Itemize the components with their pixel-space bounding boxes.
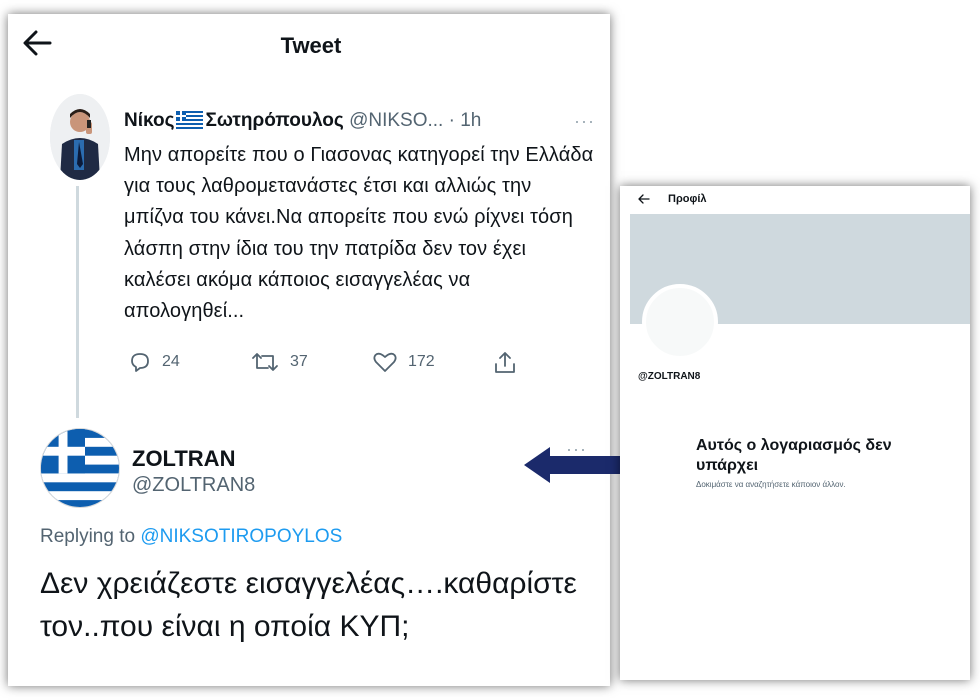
- pointer-arrow-icon: [524, 447, 630, 483]
- author-handle[interactable]: @NIKSO...: [349, 110, 443, 131]
- author-name[interactable]: Νίκος Σωτηρόπουλος: [124, 110, 344, 131]
- like-count: 172: [408, 353, 435, 370]
- reply-count: 24: [162, 353, 180, 370]
- like-button[interactable]: 172: [372, 350, 435, 374]
- greek-flag-icon: [41, 429, 119, 507]
- tweet-header: Tweet: [8, 14, 610, 76]
- tweet-time[interactable]: 1h: [460, 110, 481, 131]
- reply-author-name[interactable]: ZOLTRAN: [132, 446, 235, 472]
- profile-avatar-placeholder: [642, 284, 718, 360]
- replying-prefix: Replying to: [40, 526, 141, 547]
- reply-button[interactable]: 24: [128, 350, 180, 374]
- person-photo-icon: [50, 94, 110, 180]
- avatar-zoltran[interactable]: [40, 428, 120, 508]
- tweet-actions: 24 37 172: [124, 350, 544, 384]
- time-separator: ·: [443, 110, 461, 131]
- profile-header: Προφίλ: [620, 186, 970, 212]
- retweet-count: 37: [290, 353, 308, 370]
- profile-screenshot-panel: Προφίλ @ZOLTRAN8 Αυτός ο λογαριασμός δεν…: [620, 186, 970, 680]
- retweet-button[interactable]: 37: [250, 350, 308, 374]
- back-arrow-icon[interactable]: [638, 194, 650, 204]
- like-icon: [373, 352, 397, 372]
- search-suggestion-text: Δοκιμάστε να αναζητήσετε κάποιον άλλον.: [696, 480, 846, 489]
- reply-text: Δεν χρειάζεστε εισαγγελέας….καθαρίστε το…: [40, 567, 577, 643]
- profile-title: Προφίλ: [668, 193, 707, 205]
- share-icon: [495, 352, 515, 373]
- tweet-text: Μην απορείτε που ο Γιασονας κατηγορεί τη…: [124, 144, 594, 323]
- reply-icon: [131, 353, 149, 372]
- profile-handle: @ZOLTRAN8: [638, 371, 701, 382]
- thread-connector-line: [76, 186, 79, 418]
- share-button[interactable]: [492, 350, 518, 376]
- account-not-exist-message: Αυτός ο λογαριασμός δεν υπάρχει: [696, 437, 892, 474]
- reply-author-handle[interactable]: @ZOLTRAN8: [132, 474, 255, 497]
- replying-to-line: Replying to @NIKSOTIROPOYLOS: [40, 526, 342, 548]
- avatar-nikos[interactable]: [50, 94, 110, 180]
- tweet-screenshot-panel: Tweet Νίκος Σωτηρόπουλος @NIKSO... · 1h ·…: [8, 14, 610, 686]
- replying-to-link[interactable]: @NIKSOTIROPOYLOS: [140, 526, 342, 547]
- greek-flag-emoji-icon: [176, 111, 204, 135]
- page-title: Tweet: [280, 33, 342, 58]
- more-options-icon[interactable]: ···: [574, 111, 595, 132]
- retweet-icon: [252, 353, 278, 371]
- tweet-author-row: Νίκος Σωτηρόπουλος @NIKSO... · 1h: [124, 110, 604, 136]
